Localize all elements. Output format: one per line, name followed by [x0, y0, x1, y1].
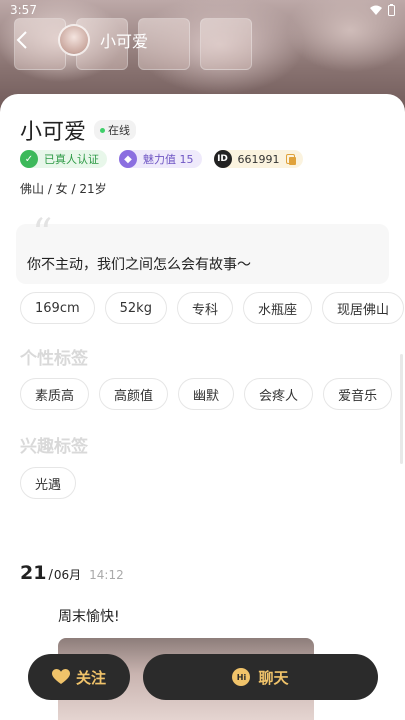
back-button[interactable]	[16, 25, 38, 55]
post-month: 06月	[53, 568, 82, 582]
attribute-chip: 现居佛山	[321, 292, 404, 324]
verified-label: 已真人认证	[44, 153, 99, 166]
nav-bar: 小可爱	[0, 22, 405, 58]
nav-title: 小可爱	[100, 32, 149, 51]
badge-row: ✓ 已真人认证 ◆ 魅力值 15 ID 661991	[20, 150, 303, 168]
profile-card: 小可爱 在线 ✓ 已真人认证 ◆ 魅力值 15 ID 661991 佛山 / 女…	[0, 94, 405, 720]
post-date-separator: /	[48, 568, 53, 583]
charm-gem-icon: ◆	[119, 150, 137, 168]
battery-icon	[388, 4, 395, 16]
profile-name: 小可爱	[20, 120, 87, 145]
bottom-action-bar: 关注 Hi 聊天	[0, 654, 405, 700]
status-bar: 3:57	[0, 0, 405, 20]
post-time: 14:12	[89, 568, 124, 582]
interest-tag-chips: 光遇	[20, 467, 77, 499]
personal-tag-chip: 高颜值	[99, 378, 169, 410]
interest-tag-chip: 光遇	[20, 467, 77, 499]
chevron-left-icon	[16, 31, 27, 49]
personal-tag-chip: 幽默	[178, 378, 235, 410]
verified-badge: ✓ 已真人认证	[20, 150, 107, 168]
personal-tag-chip: 素质高	[20, 378, 90, 410]
follow-label: 关注	[75, 668, 106, 687]
attribute-chip: 水瓶座	[242, 292, 312, 324]
id-icon: ID	[213, 150, 232, 168]
personal-tags-title: 个性标签	[20, 349, 88, 369]
personal-tag-chip: 会疼人	[244, 378, 314, 410]
online-label: 在线	[108, 124, 131, 137]
quote-icon: “	[32, 211, 53, 257]
avatar[interactable]	[58, 24, 90, 56]
personal-tag-chip: 爱音乐	[323, 378, 393, 410]
hi-chat-icon: Hi	[232, 668, 251, 686]
chat-label: 聊天	[258, 668, 289, 687]
personal-tag-chips: 素质高 高颜值 幽默 会疼人 爱音乐	[20, 378, 393, 410]
interest-tags-title: 兴趣标签	[20, 437, 88, 457]
user-id-value: 661991	[237, 152, 280, 166]
scrollbar[interactable]	[400, 354, 403, 464]
attribute-chips: 169cm 52kg 专科 水瓶座 现居佛山	[20, 292, 404, 324]
attribute-chip: 专科	[176, 292, 233, 324]
basic-info: 佛山 / 女 / 21岁	[20, 182, 107, 196]
name-row: 小可爱 在线	[20, 114, 137, 146]
shield-check-icon: ✓	[20, 150, 38, 168]
chat-button[interactable]: Hi 聊天	[143, 654, 378, 700]
follow-button[interactable]: 关注	[28, 654, 130, 700]
post-date: 21 / 06月 14:12	[20, 562, 124, 584]
online-badge: 在线	[94, 120, 137, 140]
post-text: 周末愉快!	[58, 609, 120, 625]
signature-text: 你不主动，我们之间怎么会有故事～	[27, 257, 251, 273]
wifi-icon	[370, 5, 382, 15]
charm-label: 魅力值 15	[143, 153, 194, 166]
online-dot-icon	[100, 127, 106, 133]
charm-badge: ◆ 魅力值 15	[119, 150, 202, 168]
user-id-badge[interactable]: ID 661991	[213, 150, 303, 168]
copy-icon[interactable]	[285, 154, 296, 165]
heart-icon	[51, 669, 70, 684]
status-time: 3:57	[10, 3, 37, 17]
attribute-chip: 52kg	[104, 292, 167, 324]
attribute-chip: 169cm	[20, 292, 95, 324]
post-day: 21	[20, 562, 47, 584]
